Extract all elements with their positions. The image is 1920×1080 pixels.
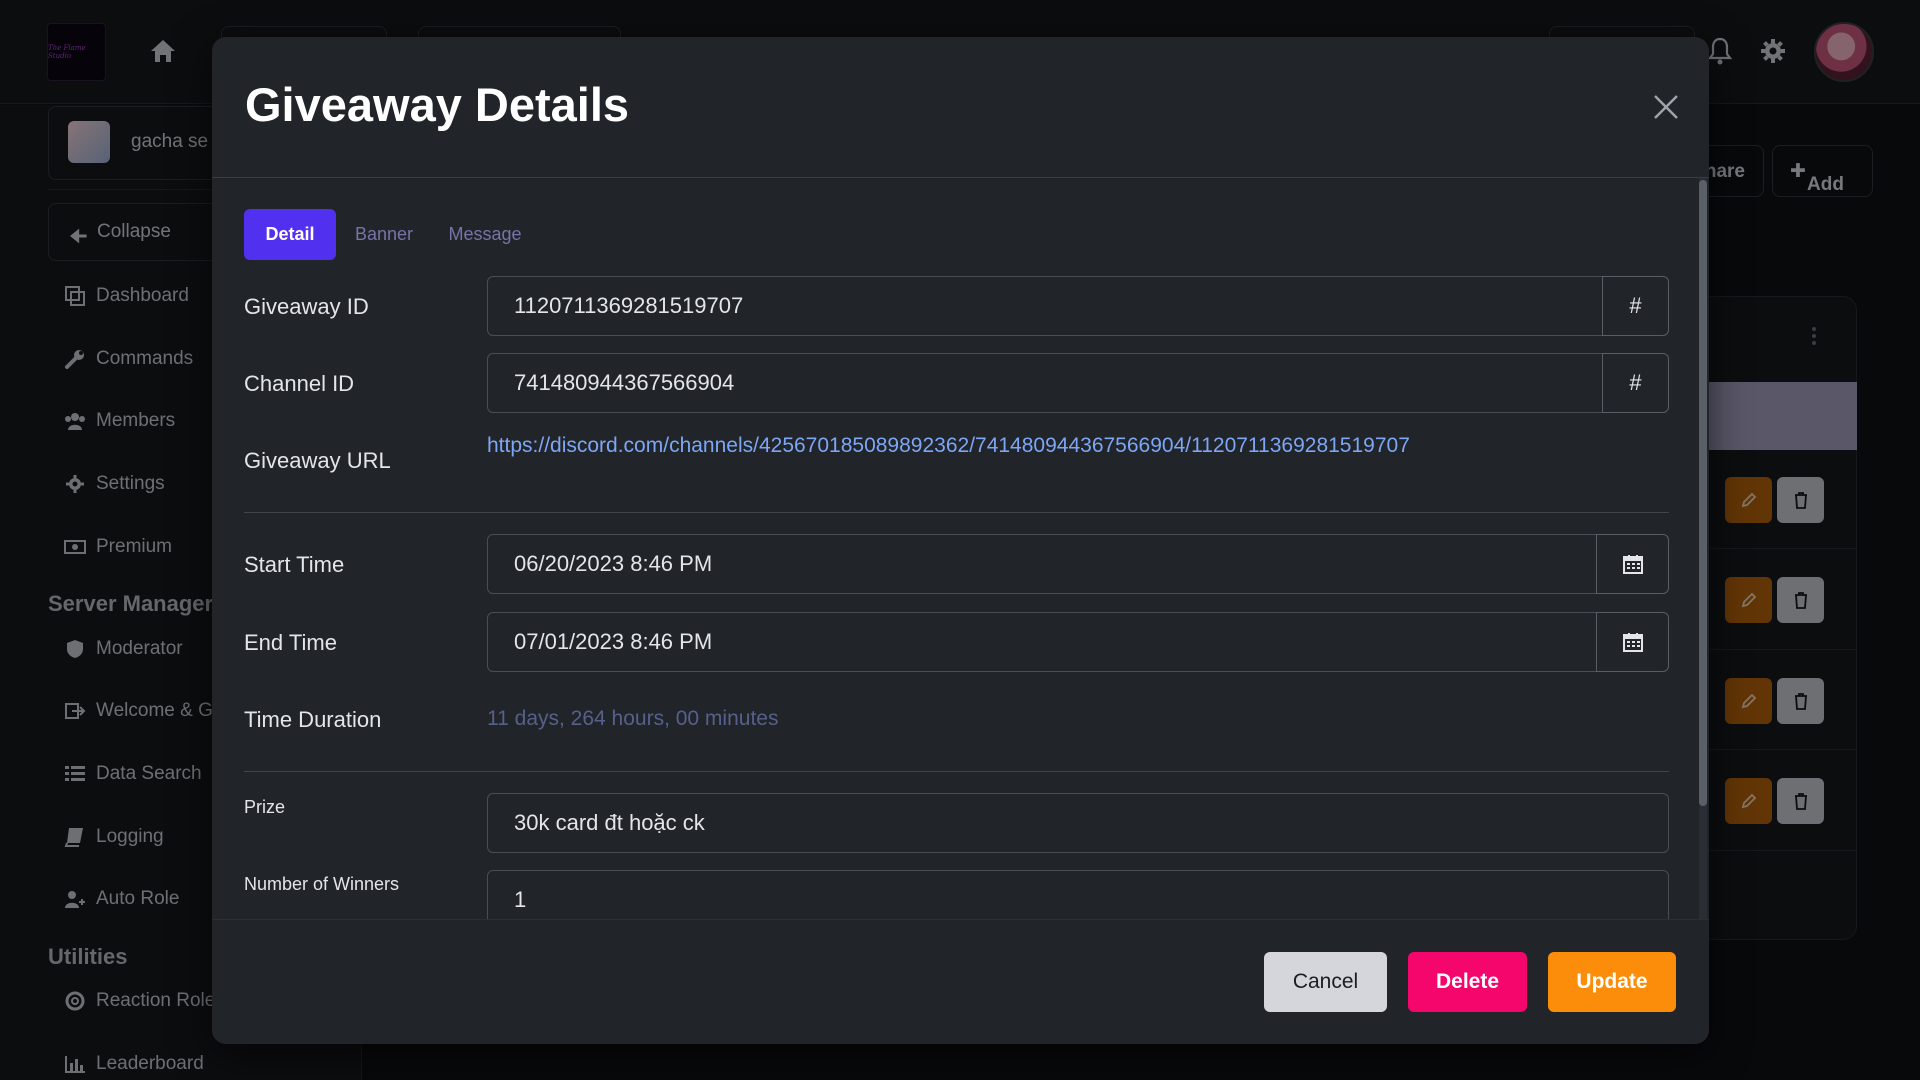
winners-value: 1 — [514, 887, 527, 912]
calendar-icon — [1622, 633, 1643, 652]
channel-id-value: 741480944367566904 — [514, 370, 735, 395]
start-time-label: Start Time — [244, 552, 345, 577]
tab-message[interactable]: Message — [436, 209, 534, 260]
end-time-value: 07/01/2023 8:46 PM — [514, 629, 713, 654]
delete-button[interactable]: Delete — [1408, 952, 1527, 1012]
modal-title: Giveaway Details — [245, 78, 630, 131]
hash-addon[interactable]: # — [1602, 353, 1669, 413]
start-time-field[interactable]: 06/20/2023 8:46 PM — [487, 534, 1597, 594]
giveaway-details-modal: Giveaway Details Detail Banner Message G… — [212, 37, 1709, 1044]
winners-label: Number of Winners — [244, 874, 400, 894]
giveaway-id-label: Giveaway ID — [244, 294, 369, 319]
giveaway-url-label: Giveaway URL — [244, 448, 391, 473]
section-divider — [244, 512, 1669, 513]
end-time-field[interactable]: 07/01/2023 8:46 PM — [487, 612, 1597, 672]
giveaway-id-value: 1120711369281519707 — [514, 293, 744, 318]
giveaway-id-field[interactable]: 1120711369281519707 — [487, 276, 1603, 336]
channel-id-field[interactable]: 741480944367566904 — [487, 353, 1603, 413]
cancel-button[interactable]: Cancel — [1264, 952, 1387, 1012]
giveaway-url-link[interactable]: https://discord.com/channels/42567018508… — [487, 434, 1410, 458]
prize-value: 30k card đt hoặc ck — [514, 810, 705, 835]
hash-addon[interactable]: # — [1602, 276, 1669, 336]
start-time-value: 06/20/2023 8:46 PM — [514, 551, 713, 576]
prize-label: Prize — [244, 797, 286, 817]
tab-banner[interactable]: Banner — [343, 209, 425, 260]
prize-field[interactable]: 30k card đt hoặc ck — [487, 793, 1669, 853]
time-duration-label: Time Duration — [244, 707, 382, 732]
close-icon[interactable] — [1652, 93, 1680, 121]
end-time-label: End Time — [244, 630, 337, 655]
calendar-icon — [1622, 555, 1643, 574]
tab-detail[interactable]: Detail — [244, 209, 336, 260]
start-calendar-button[interactable] — [1596, 534, 1669, 594]
modal-scrollbar-thumb[interactable] — [1699, 180, 1707, 806]
section-divider — [244, 771, 1669, 772]
time-duration-value: 11 days, 264 hours, 00 minutes — [487, 707, 779, 730]
channel-id-label: Channel ID — [244, 371, 355, 396]
update-button[interactable]: Update — [1548, 952, 1676, 1012]
end-calendar-button[interactable] — [1596, 612, 1669, 672]
